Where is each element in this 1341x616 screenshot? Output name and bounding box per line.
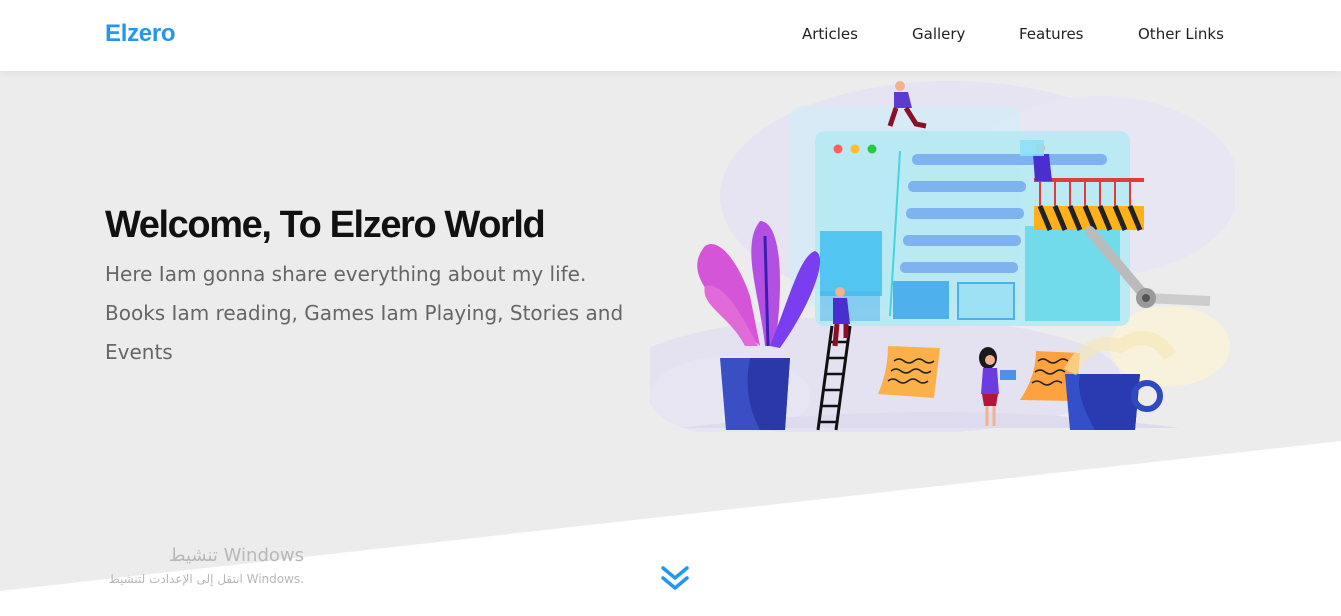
- windows-activation-title: تنشيط Windows: [168, 545, 304, 566]
- nav-link-gallery[interactable]: Gallery: [912, 25, 965, 43]
- landing-description: Here Iam gonna share everything about my…: [105, 262, 624, 364]
- nav-link-features[interactable]: Features: [1019, 25, 1084, 43]
- double-chevron-down-icon[interactable]: [659, 562, 691, 594]
- landing-illustration: [650, 81, 1235, 432]
- site-header: Elzero Articles Gallery Features Other L…: [0, 0, 1341, 71]
- logo[interactable]: Elzero: [105, 20, 176, 48]
- nav-link-articles[interactable]: Articles: [802, 25, 858, 43]
- landing-title: Welcome, To Elzero World: [105, 204, 546, 246]
- nav-link-other-links[interactable]: Other Links: [1138, 25, 1224, 43]
- windows-activation-subtitle: انتقل إلى الإعدادت لتنشيط Windows.: [108, 572, 304, 586]
